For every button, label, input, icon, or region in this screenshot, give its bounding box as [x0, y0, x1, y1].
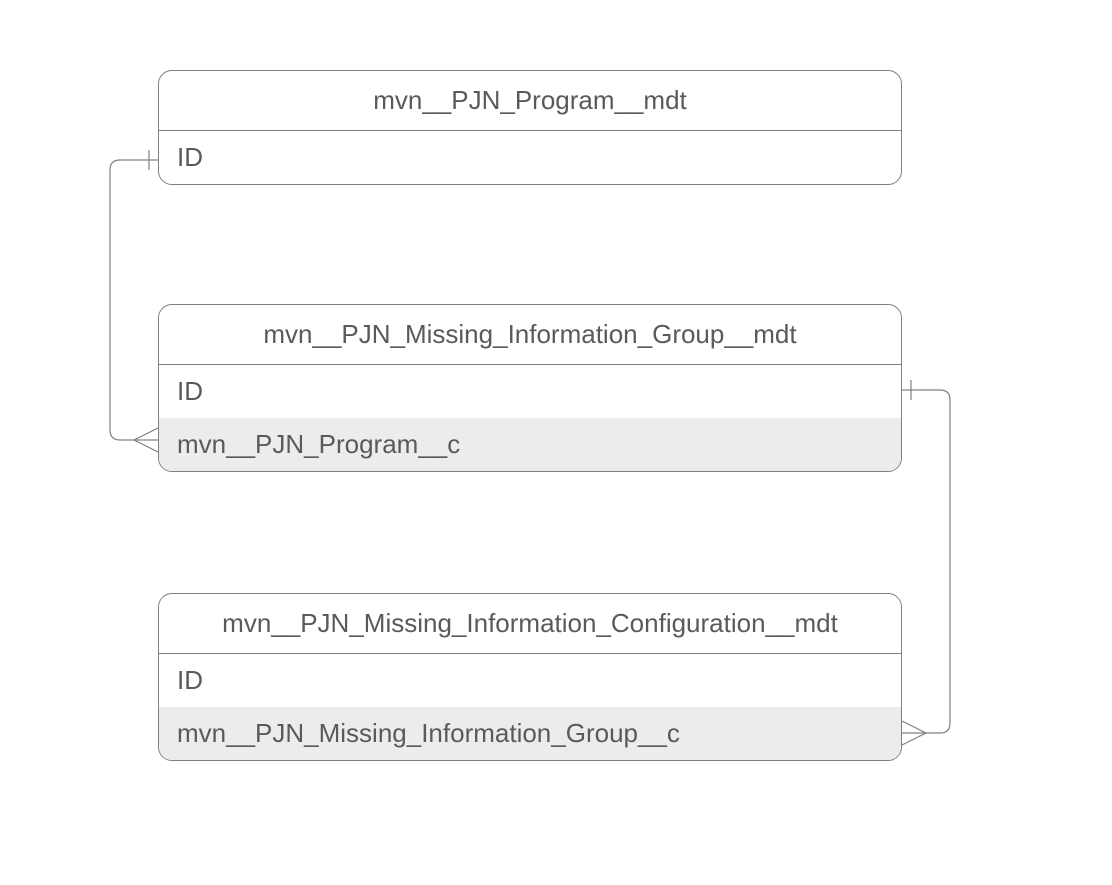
entity-group-row-id: ID [159, 365, 901, 418]
entity-group: mvn__PJN_Missing_Information_Group__mdt … [158, 304, 902, 472]
entity-config-row-group-fk: mvn__PJN_Missing_Information_Group__c [159, 707, 901, 760]
entity-program: mvn__PJN_Program__mdt ID [158, 70, 902, 185]
entity-group-row-program-fk: mvn__PJN_Program__c [159, 418, 901, 471]
entity-group-title: mvn__PJN_Missing_Information_Group__mdt [159, 305, 901, 365]
entity-program-title: mvn__PJN_Program__mdt [159, 71, 901, 131]
entity-program-row-id: ID [159, 131, 901, 184]
entity-config: mvn__PJN_Missing_Information_Configurati… [158, 593, 902, 761]
entity-config-title: mvn__PJN_Missing_Information_Configurati… [159, 594, 901, 654]
entity-config-row-id: ID [159, 654, 901, 707]
